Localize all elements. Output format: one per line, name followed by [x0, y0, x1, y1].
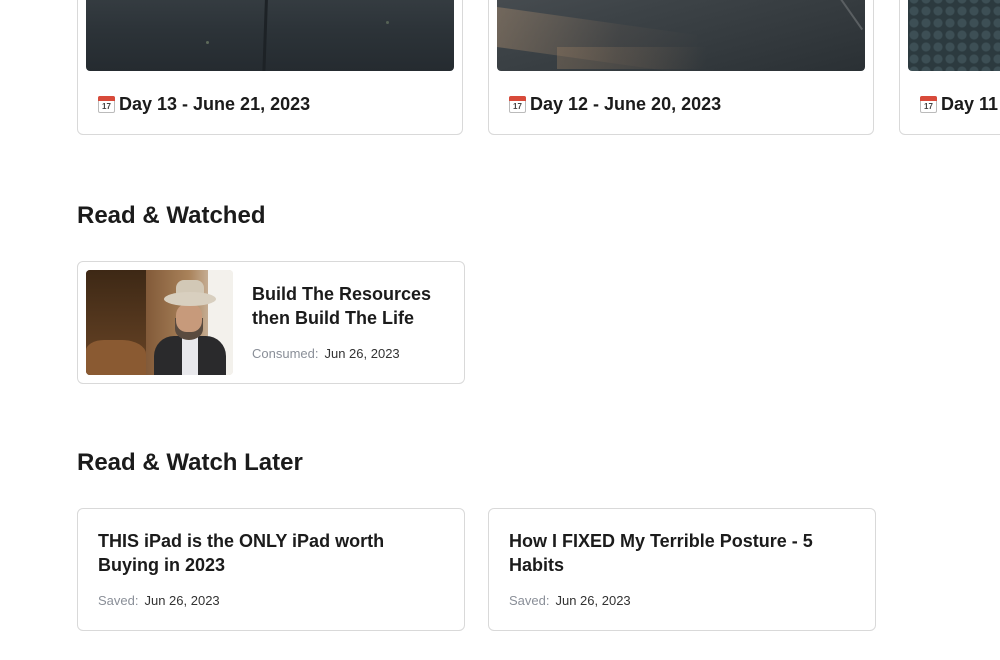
journal-cover-image — [908, 0, 1000, 71]
section-heading-read-watched: Read & Watched — [77, 202, 266, 229]
section-heading-read-watch-later: Read & Watch Later — [77, 449, 303, 476]
later-card[interactable]: How I FIXED My Terrible Posture - 5 Habi… — [488, 508, 876, 631]
calendar-icon: 17 — [509, 96, 526, 113]
journal-card[interactable]: 17 Day 13 - June 21, 2023 — [77, 0, 463, 135]
journal-card[interactable]: 17 Day 11 — [899, 0, 1000, 135]
media-card-title: Build The Resources then Build The Life — [252, 284, 432, 328]
journal-card[interactable]: 17 Day 12 - June 20, 2023 — [488, 0, 874, 135]
journal-card-title-text: Day 12 - June 20, 2023 — [530, 94, 722, 114]
calendar-icon: 17 — [920, 96, 937, 113]
video-thumbnail — [86, 270, 233, 375]
calendar-icon: 17 — [98, 96, 115, 113]
journal-card-title-text: Day 13 - June 21, 2023 — [119, 94, 311, 114]
consumed-date: Consumed: Jun 26, 2023 — [252, 346, 400, 361]
meta-value: Jun 26, 2023 — [324, 346, 400, 361]
journal-card-title: 17 Day 13 - June 21, 2023 — [98, 94, 310, 115]
page: 17 Day 13 - June 21, 2023 17 Day 12 - Ju… — [0, 0, 1000, 660]
saved-date: Saved: Jun 26, 2023 — [98, 593, 220, 608]
saved-date: Saved: Jun 26, 2023 — [509, 593, 631, 608]
journal-card-title: 17 Day 12 - June 20, 2023 — [509, 94, 721, 115]
meta-value: Jun 26, 2023 — [555, 593, 631, 608]
later-card[interactable]: THIS iPad is the ONLY iPad worth Buying … — [77, 508, 465, 631]
media-card[interactable]: Build The Resources then Build The Life … — [77, 261, 465, 384]
later-card-title: How I FIXED My Terrible Posture - 5 Habi… — [509, 531, 813, 575]
meta-label: Saved: — [509, 593, 550, 608]
journal-card-title: 17 Day 11 — [920, 94, 998, 115]
later-card-title: THIS iPad is the ONLY iPad worth Buying … — [98, 531, 385, 575]
meta-label: Consumed: — [252, 346, 319, 361]
journal-card-title-text: Day 11 — [941, 94, 999, 114]
journal-cover-image — [86, 0, 454, 71]
meta-label: Saved: — [98, 593, 139, 608]
journal-cover-image — [497, 0, 865, 71]
meta-value: Jun 26, 2023 — [144, 593, 220, 608]
